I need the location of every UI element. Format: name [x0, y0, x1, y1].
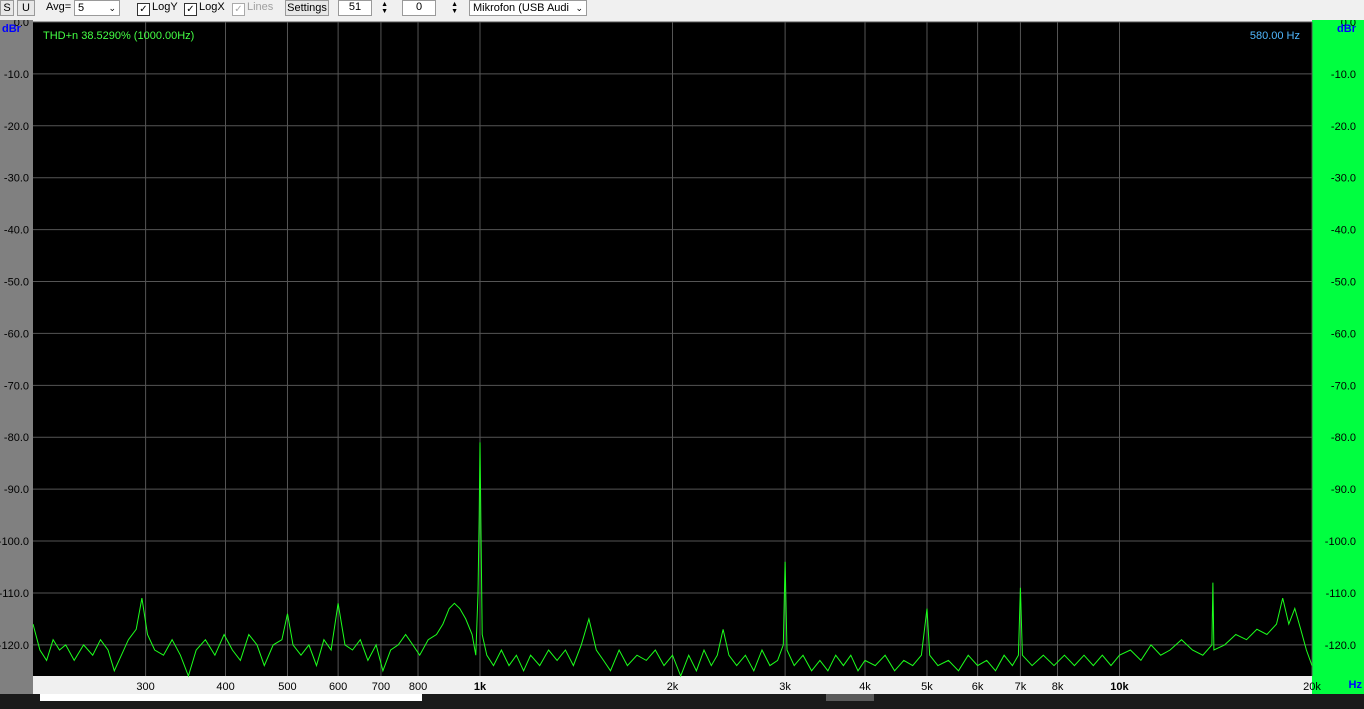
logy-checkbox[interactable]: ✓ LogY [137, 0, 178, 16]
u-button[interactable]: U [17, 0, 35, 16]
x-unit: Hz [1349, 679, 1363, 691]
y-tick-label-left: -100.0 [0, 536, 29, 548]
x-tick-label: 5k [921, 681, 933, 693]
y-tick-label-right: -70.0 [1331, 380, 1356, 392]
y-tick-label-left: -120.0 [0, 640, 29, 652]
arrow-up-icon[interactable]: ▲ [381, 1, 388, 8]
avg-select[interactable]: 5 ⌄ [74, 0, 120, 16]
y-tick-label-right: -110.0 [1326, 588, 1356, 600]
y-tick-label-left: -90.0 [4, 484, 29, 496]
spin1-stepper[interactable]: ▲ ▼ [374, 0, 390, 16]
y-tick-label-right: -80.0 [1331, 432, 1356, 444]
toolbar: S U Avg= 5 ⌄ ✓ LogY ✓ LogX ✓ Lines Settings… [0, 0, 1364, 20]
arrow-down-icon[interactable]: ▼ [381, 8, 388, 15]
y-tick-label-right: -60.0 [1331, 328, 1356, 340]
x-tick-label: 800 [409, 681, 427, 693]
y-tick-label-left: -10.0 [4, 69, 29, 81]
y-tick-label-right: -30.0 [1331, 173, 1356, 185]
y-tick-label-left: -40.0 [4, 225, 29, 237]
x-tick-label: 300 [136, 681, 154, 693]
y-tick-label-left: -20.0 [4, 121, 29, 133]
x-tick-label: 400 [216, 681, 234, 693]
logy-label: LogY [152, 1, 178, 13]
scrollbar-marker [826, 694, 874, 701]
y-tick-label-right: -100.0 [1325, 536, 1356, 548]
bottom-scrollbar[interactable] [0, 694, 1364, 709]
x-tick-label: 2k [667, 681, 679, 693]
arrow-up-icon[interactable]: ▲ [451, 1, 458, 8]
y-tick-label-right: -50.0 [1331, 277, 1356, 289]
x-tick-label: 6k [972, 681, 984, 693]
y-tick-label-right: -10.0 [1331, 69, 1356, 81]
thd-readout: THD+n 38.5290% (1000.00Hz) [43, 30, 194, 42]
settings-button[interactable]: Settings [285, 0, 329, 16]
y-tick-label-left: -110.0 [0, 588, 29, 600]
y-tick-label-left: -70.0 [4, 380, 29, 392]
spin2-stepper[interactable]: ▲ ▼ [444, 0, 460, 16]
spin1-field[interactable]: 51 [338, 0, 372, 16]
arrow-down-icon[interactable]: ▼ [451, 8, 458, 15]
x-tick-label: 1k [474, 681, 487, 693]
x-tick-label: 3k [779, 681, 791, 693]
x-axis: 300 400 500 600 700 800 1k 2k 3k 4k 5k 6k 7k 8k 10k 20k [136, 681, 1321, 693]
y-tick-label-left: -60.0 [4, 328, 29, 340]
y-tick-label-left: -80.0 [4, 432, 29, 444]
frequency-readout: 580.00 Hz [1250, 30, 1300, 42]
avg-label: Avg= [46, 1, 72, 13]
y-unit-left: dBr [2, 23, 22, 35]
x-tick-label: 4k [859, 681, 871, 693]
y-tick-label-left: -50.0 [4, 277, 29, 289]
y-tick-label-right: -120.0 [1325, 640, 1356, 652]
x-tick-label: 7k [1015, 681, 1027, 693]
chevron-down-icon: ⌄ [575, 1, 583, 15]
device-value: Mikrofon (USB Audi [473, 2, 569, 14]
check-icon: ✓ [137, 3, 150, 16]
logx-label: LogX [199, 1, 225, 13]
scrollbar-thumb[interactable] [40, 694, 422, 701]
chevron-down-icon: ⌄ [108, 3, 116, 13]
spin2-field[interactable]: 0 [402, 0, 436, 16]
check-icon: ✓ [184, 3, 197, 16]
avg-value: 5 [78, 2, 85, 14]
lines-checkbox[interactable]: ✓ Lines [232, 0, 273, 16]
lines-label: Lines [247, 1, 274, 13]
check-icon: ✓ [232, 3, 245, 16]
spectrum-chart: 0.0 -10.0 -20.0 -30.0 -40.0 -50.0 -60.0 -70.0 -8… [0, 17, 1364, 699]
s-button[interactable]: S [0, 0, 14, 16]
x-tick-label: 20k [1303, 681, 1321, 693]
x-tick-label: 700 [372, 681, 390, 693]
x-tick-label: 500 [278, 681, 296, 693]
logx-checkbox[interactable]: ✓ LogX [184, 0, 225, 16]
y-tick-label-right: -20.0 [1331, 121, 1356, 133]
y-tick-label-right: -90.0 [1331, 484, 1356, 496]
y-tick-label-left: -30.0 [4, 173, 29, 185]
device-select[interactable]: Mikrofon (USB Audi ⌄ [469, 0, 587, 16]
x-tick-label: 10k [1110, 681, 1129, 693]
y-tick-label-right: -40.0 [1331, 225, 1356, 237]
y-unit-right: dBr [1337, 23, 1357, 35]
x-tick-label: 600 [329, 681, 347, 693]
x-tick-label: 8k [1052, 681, 1064, 693]
